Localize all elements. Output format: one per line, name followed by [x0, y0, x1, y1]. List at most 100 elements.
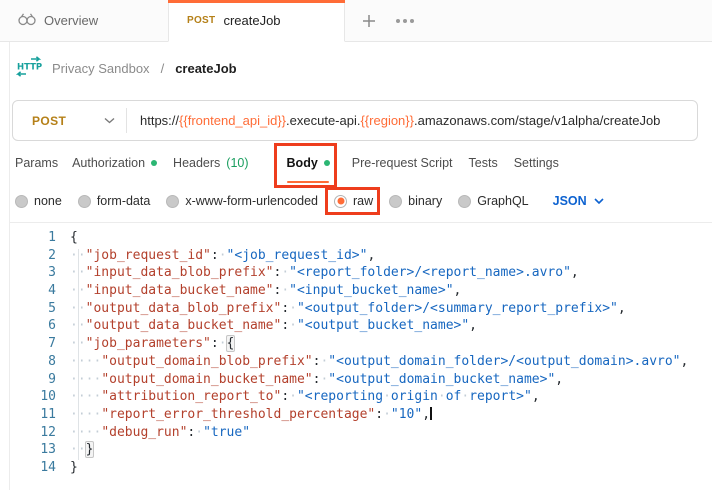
- bodytype-binary[interactable]: binary: [389, 194, 442, 208]
- code-line: 8 ····"output_domain_blob_prefix":·"<outp…: [10, 353, 712, 371]
- workspace-tabbar: Overview POST createJob: [0, 0, 712, 42]
- language-dropdown[interactable]: JSON: [553, 194, 604, 208]
- more-options-icon[interactable]: [394, 10, 416, 32]
- code-line-content[interactable]: }: [70, 459, 78, 477]
- json-key: "job_parameters": [86, 336, 211, 351]
- bodytype-raw[interactable]: raw: [334, 194, 373, 208]
- code-line-content[interactable]: {: [70, 229, 78, 247]
- line-number: 8: [10, 353, 56, 371]
- json-key: "output_domain_blob_prefix": [101, 354, 312, 369]
- bodytype-graphql[interactable]: GraphQL: [458, 194, 528, 208]
- json-key: "attribution_report_to": [101, 389, 281, 404]
- whitespace-dots: ·: [289, 318, 297, 333]
- code-line-content[interactable]: ····"attribution_report_to":·"<reporting…: [70, 388, 540, 406]
- json-punctuation: :: [375, 407, 383, 422]
- json-punctuation: {: [70, 230, 78, 245]
- tab-label: Pre-request Script: [352, 156, 453, 170]
- code-line-content[interactable]: ··"input_data_blob_prefix":·"<report_fol…: [70, 264, 579, 282]
- radio-icon: [78, 195, 91, 208]
- line-number: 4: [10, 282, 56, 300]
- code-line-content[interactable]: ··"output_data_blob_prefix":·"<output_fo…: [70, 300, 626, 318]
- json-punctuation: ,: [618, 301, 626, 316]
- url-text: https://: [140, 113, 179, 128]
- code-line: 1{: [10, 229, 712, 247]
- radio-label: binary: [408, 194, 442, 208]
- tab-overview-label: Overview: [44, 13, 98, 28]
- code-lines: 1{2··"job_request_id":·"<job_request_id>…: [10, 223, 712, 477]
- json-key: "output_data_blob_prefix": [86, 301, 282, 316]
- text-cursor: [430, 407, 432, 420]
- tab-body[interactable]: Body: [287, 150, 330, 176]
- code-line-content[interactable]: ····"output_domain_bucket_name":·"<outpu…: [70, 371, 563, 389]
- bodytype-none[interactable]: none: [15, 194, 62, 208]
- url-bar: POST https://{{frontend_api_id}}.execute…: [12, 100, 698, 141]
- whitespace-dots: ·: [383, 407, 391, 422]
- breadcrumb-request-name[interactable]: createJob: [175, 61, 236, 76]
- code-line: 11····"report_error_threshold_percentage…: [10, 406, 712, 424]
- json-key: "debug_run": [101, 425, 187, 440]
- json-value: "true": [203, 425, 250, 440]
- tab-createjob[interactable]: POST createJob: [168, 0, 345, 42]
- json-punctuation: :: [281, 318, 289, 333]
- json-punctuation: ,: [555, 372, 563, 387]
- whitespace-dots: ····: [70, 354, 101, 369]
- http-icon: HTTP: [16, 56, 43, 80]
- breadcrumb-collection[interactable]: Privacy Sandbox: [52, 61, 150, 76]
- tabbar-actions: [345, 0, 416, 41]
- chevron-down-icon: [594, 198, 604, 204]
- line-number: 14: [10, 459, 56, 477]
- code-line-content[interactable]: ··"output_data_bucket_name":·"<output_bu…: [70, 317, 477, 335]
- plus-icon[interactable]: [358, 10, 380, 32]
- json-key: "job_request_id": [86, 248, 211, 263]
- postman-request-view: Overview POST createJob HTTP Privacy San…: [0, 0, 712, 490]
- code-line-content[interactable]: ··"job_parameters":·{: [70, 335, 234, 353]
- url-text: .amazonaws.com/stage/v1alpha/createJob: [414, 113, 660, 128]
- body-editor[interactable]: 1{2··"job_request_id":·"<job_request_id>…: [10, 222, 712, 490]
- whitespace-dots: ·: [289, 389, 297, 404]
- whitespace-dots: ·: [438, 389, 446, 404]
- line-number: 1: [10, 229, 56, 247]
- json-value: "<job_request_id>": [227, 248, 368, 263]
- radio-label: form-data: [97, 194, 151, 208]
- code-line-content[interactable]: ····"output_domain_blob_prefix":·"<outpu…: [70, 353, 688, 371]
- code-line-content[interactable]: ····"debug_run":·"true": [70, 424, 250, 442]
- json-punctuation: :: [281, 389, 289, 404]
- code-line-content[interactable]: ··"input_data_bucket_name":·"<input_buck…: [70, 282, 461, 300]
- code-line: 4 ··"input_data_bucket_name":·"<input_buc…: [10, 282, 712, 300]
- url-input[interactable]: https://{{frontend_api_id}}.execute-api.…: [127, 113, 697, 128]
- json-punctuation: :: [211, 336, 219, 351]
- code-line-content[interactable]: ····"report_error_threshold_percentage":…: [70, 406, 432, 424]
- green-dot-icon: [151, 160, 157, 166]
- tab-overview[interactable]: Overview: [0, 0, 168, 41]
- json-punctuation: :: [281, 301, 289, 316]
- breadcrumb: HTTP Privacy Sandbox / createJob: [16, 56, 237, 80]
- json-punctuation: }: [70, 460, 78, 475]
- json-punctuation: ,: [454, 283, 462, 298]
- code-line-content[interactable]: ··"job_request_id":·"<job_request_id>",: [70, 247, 375, 265]
- json-value: of: [446, 389, 462, 404]
- radio-label: none: [34, 194, 62, 208]
- tab-label: Authorization: [72, 156, 145, 170]
- tab-settings[interactable]: Settings: [514, 150, 559, 176]
- line-number: 2: [10, 247, 56, 265]
- tab-method-badge: POST: [187, 15, 215, 26]
- tab-headers[interactable]: Headers(10): [173, 150, 248, 176]
- bodytype-form-data[interactable]: form-data: [78, 194, 151, 208]
- tab-authorization[interactable]: Authorization: [72, 150, 157, 176]
- whitespace-dots: ·: [281, 283, 289, 298]
- bodytype-x-www-form-urlencoded[interactable]: x-www-form-urlencoded: [166, 194, 318, 208]
- whitespace-dots: ·: [219, 248, 227, 263]
- whitespace-dots: ·: [195, 425, 203, 440]
- request-tabs: Params Authorization Headers(10) Body Pre-re…: [15, 150, 559, 176]
- tab-label: Body: [287, 156, 318, 170]
- json-value: "<output_folder>/<summary_report_prefix>…: [297, 301, 618, 316]
- code-line-content[interactable]: ··}: [70, 441, 93, 459]
- tab-tests[interactable]: Tests: [469, 150, 498, 176]
- tab-pre-request-script[interactable]: Pre-request Script: [352, 150, 453, 176]
- method-dropdown[interactable]: POST: [13, 101, 126, 140]
- matched-bracket: {: [226, 335, 236, 352]
- indent-guide: [78, 249, 79, 460]
- radio-label: raw: [353, 194, 373, 208]
- tab-params[interactable]: Params: [15, 150, 58, 176]
- headers-count: (10): [226, 156, 248, 170]
